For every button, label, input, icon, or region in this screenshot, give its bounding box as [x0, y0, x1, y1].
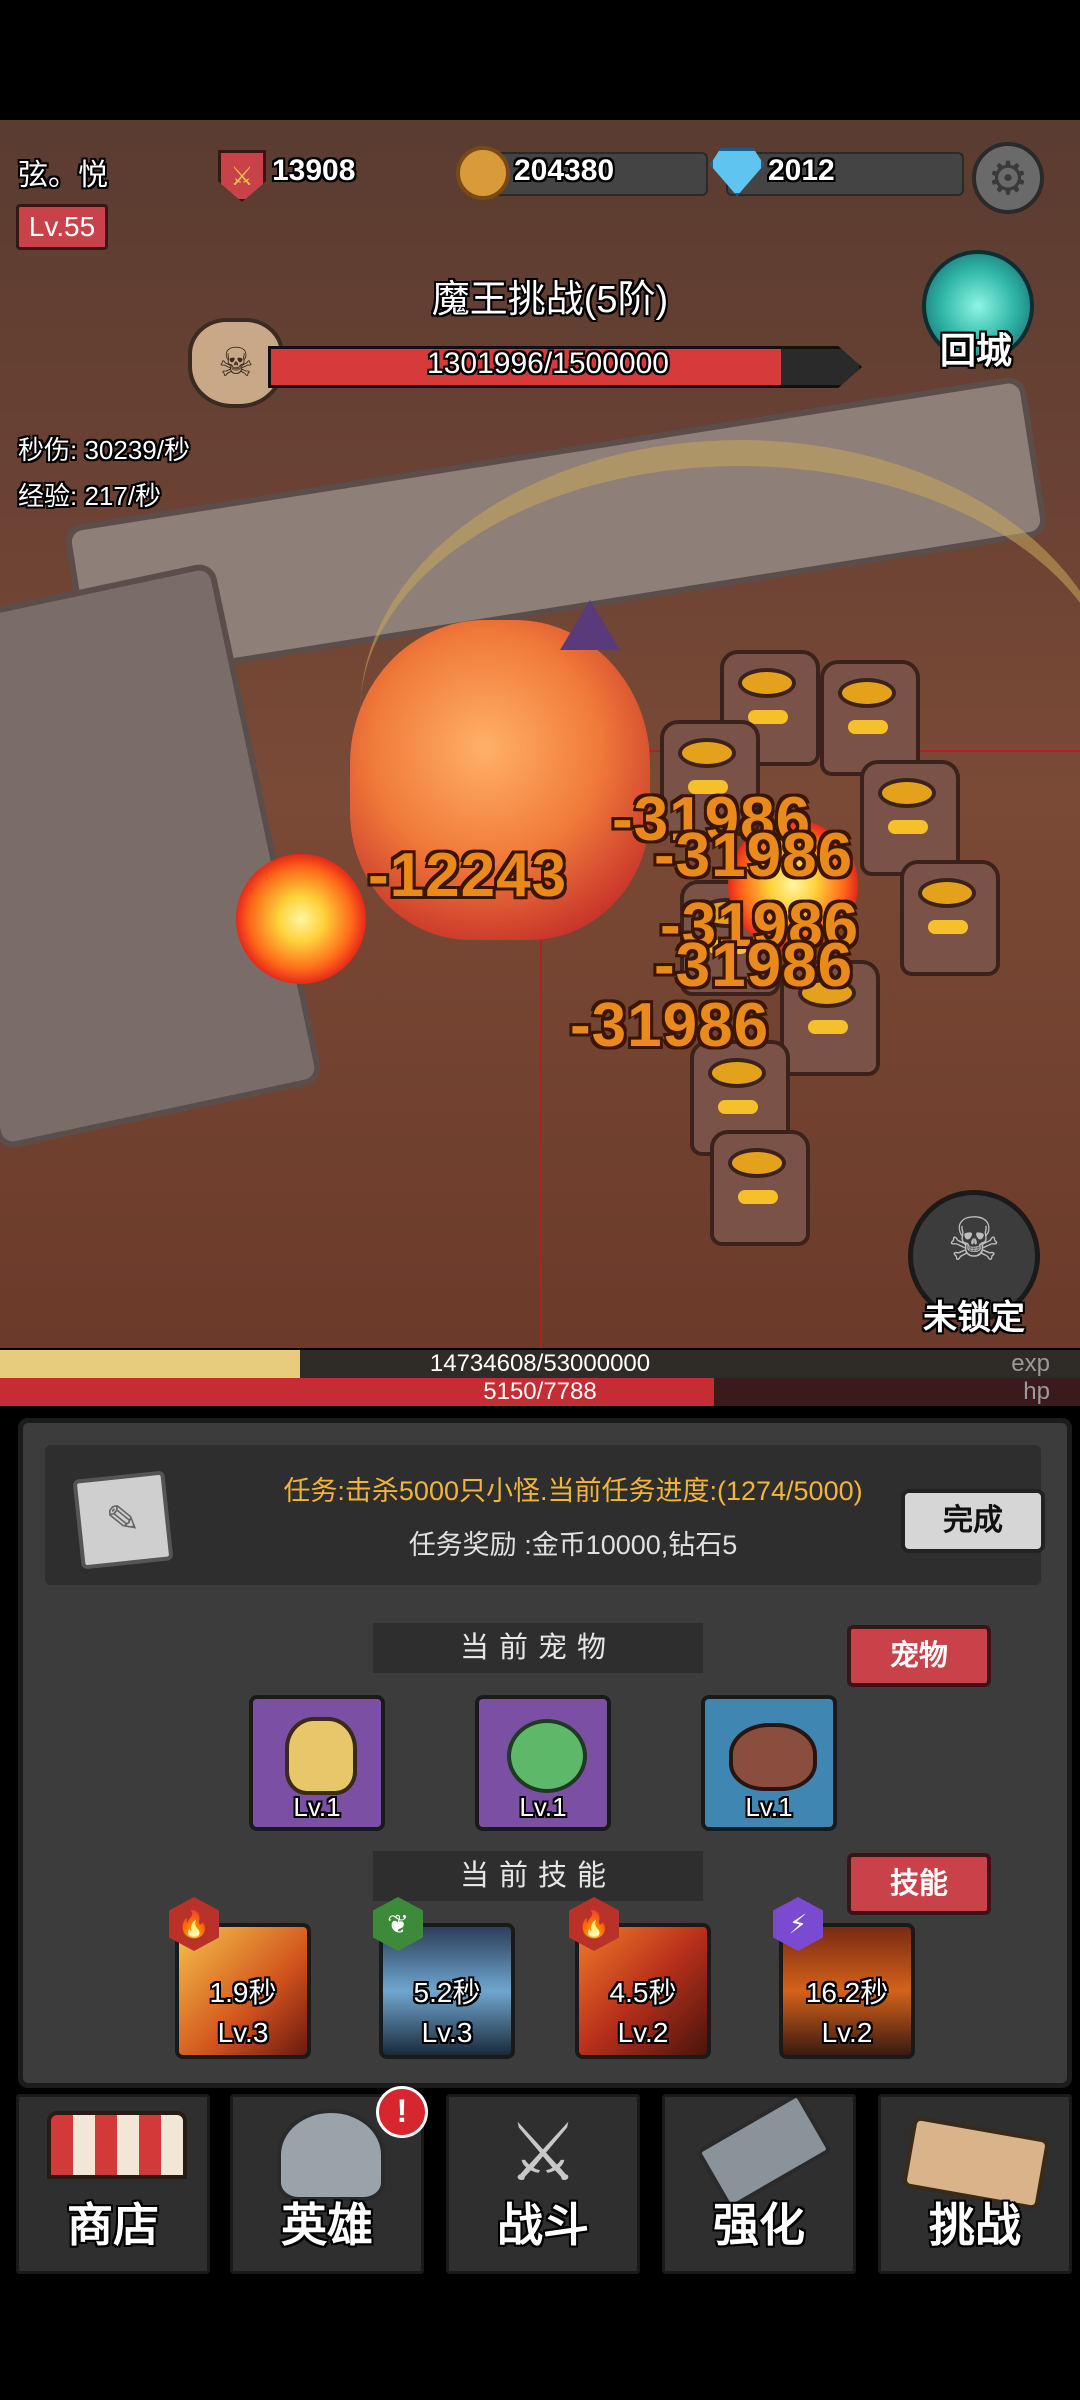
- return-city-button[interactable]: 回城: [928, 322, 1024, 374]
- pet-level: Lv.1: [745, 1792, 793, 1822]
- scroll-quill-icon: ✎: [72, 1470, 174, 1570]
- helmet-icon: [277, 2109, 385, 2201]
- pets-button[interactable]: 宠物: [847, 1625, 991, 1687]
- stump-enemy: [820, 660, 920, 776]
- pet-card[interactable]: Lv.1: [249, 1695, 385, 1831]
- damage-number: -12243: [368, 841, 568, 910]
- shop-icon: [47, 2111, 187, 2179]
- task-box: ✎ 任务:击杀5000只小怪.当前任务进度:(1274/5000) 任务奖励 :…: [45, 1445, 1045, 1585]
- skill-cooldown: 16.2秒: [805, 1977, 889, 2008]
- gear-icon[interactable]: ⚙: [972, 142, 1044, 214]
- nav-challenge[interactable]: 挑战: [878, 2094, 1072, 2274]
- diamond-value: 2012: [768, 154, 835, 187]
- task-description: 任务:击杀5000只小怪.当前任务进度:(1274/5000): [283, 1476, 863, 1506]
- skills-button[interactable]: 技能: [847, 1853, 991, 1915]
- fireball: [236, 854, 366, 984]
- owl-pet-icon: [285, 1717, 357, 1795]
- task-reward: 任务奖励 :金币10000,钻石5: [408, 1530, 738, 1560]
- complete-button[interactable]: 完成: [901, 1489, 1045, 1553]
- nav-label: 英雄: [281, 2199, 373, 2251]
- nav-enhance[interactable]: 强化: [662, 2094, 856, 2274]
- skill-cooldown: 5.2秒: [413, 1977, 481, 2008]
- lock-target-button[interactable]: 未锁定: [904, 1290, 1044, 1339]
- hero-alert-badge: !: [376, 2086, 428, 2138]
- exp-rate-stat: 经验: 217/秒: [18, 481, 162, 511]
- exp-text: 14734608/53000000: [429, 1350, 651, 1377]
- pet-card[interactable]: Lv.1: [701, 1695, 837, 1831]
- damage-number: -31986: [570, 991, 770, 1060]
- nav-label: 战斗: [497, 2199, 589, 2251]
- skill-level: Lv.2: [617, 2017, 669, 2048]
- skill-cooldown: 4.5秒: [609, 1977, 677, 2008]
- stump-enemy: [860, 760, 960, 876]
- stump-enemy: [900, 860, 1000, 976]
- nav-battle[interactable]: ⚔ 战斗: [446, 2094, 640, 2274]
- main-panel: ✎ 任务:击杀5000只小怪.当前任务进度:(1274/5000) 任务奖励 :…: [18, 1418, 1072, 2088]
- gold-value: 204380: [514, 154, 615, 187]
- dps-stat: 秒伤: 30239/秒: [18, 435, 190, 465]
- swords-icon: ⚔: [507, 2108, 579, 2197]
- hp-bar: 5150/7788 hp: [0, 1378, 1080, 1406]
- damage-number: -31986: [654, 821, 854, 890]
- skill-level: Lv.2: [821, 2017, 873, 2048]
- wolf-pet-icon: [729, 1723, 817, 1791]
- nav-label: 强化: [713, 2199, 805, 2251]
- nav-label: 商店: [67, 2199, 159, 2251]
- skills-section-title: 当前技能: [373, 1851, 703, 1901]
- boss-hp-text: 1301996/1500000: [427, 347, 669, 380]
- exp-bar: 14734608/53000000 exp: [0, 1348, 1080, 1378]
- stump-enemy: [710, 1130, 810, 1246]
- frog-pet-icon: [507, 1719, 587, 1793]
- boss-title: 魔王挑战(5阶): [431, 279, 669, 321]
- skill-cooldown: 1.9秒: [209, 1977, 277, 2008]
- nav-label: 挑战: [929, 2199, 1021, 2251]
- pet-level: Lv.1: [519, 1792, 567, 1822]
- pet-card[interactable]: Lv.1: [475, 1695, 611, 1831]
- nav-shop[interactable]: 商店: [16, 2094, 210, 2274]
- diamond-bar: [726, 152, 964, 196]
- player-level-badge: Lv.55: [16, 204, 108, 250]
- pets-section-title: 当前宠物: [373, 1623, 703, 1673]
- pet-level: Lv.1: [293, 1792, 341, 1822]
- hp-tag: hp: [1023, 1378, 1050, 1405]
- skill-level: Lv.3: [217, 2017, 269, 2048]
- player-name: 弦。悦: [18, 159, 108, 192]
- exp-tag: exp: [1011, 1350, 1050, 1377]
- skill-level: Lv.3: [421, 2017, 473, 2048]
- power-value: 13908: [272, 154, 356, 187]
- gold-coin-icon: [456, 146, 510, 200]
- hp-text: 5150/7788: [483, 1378, 597, 1405]
